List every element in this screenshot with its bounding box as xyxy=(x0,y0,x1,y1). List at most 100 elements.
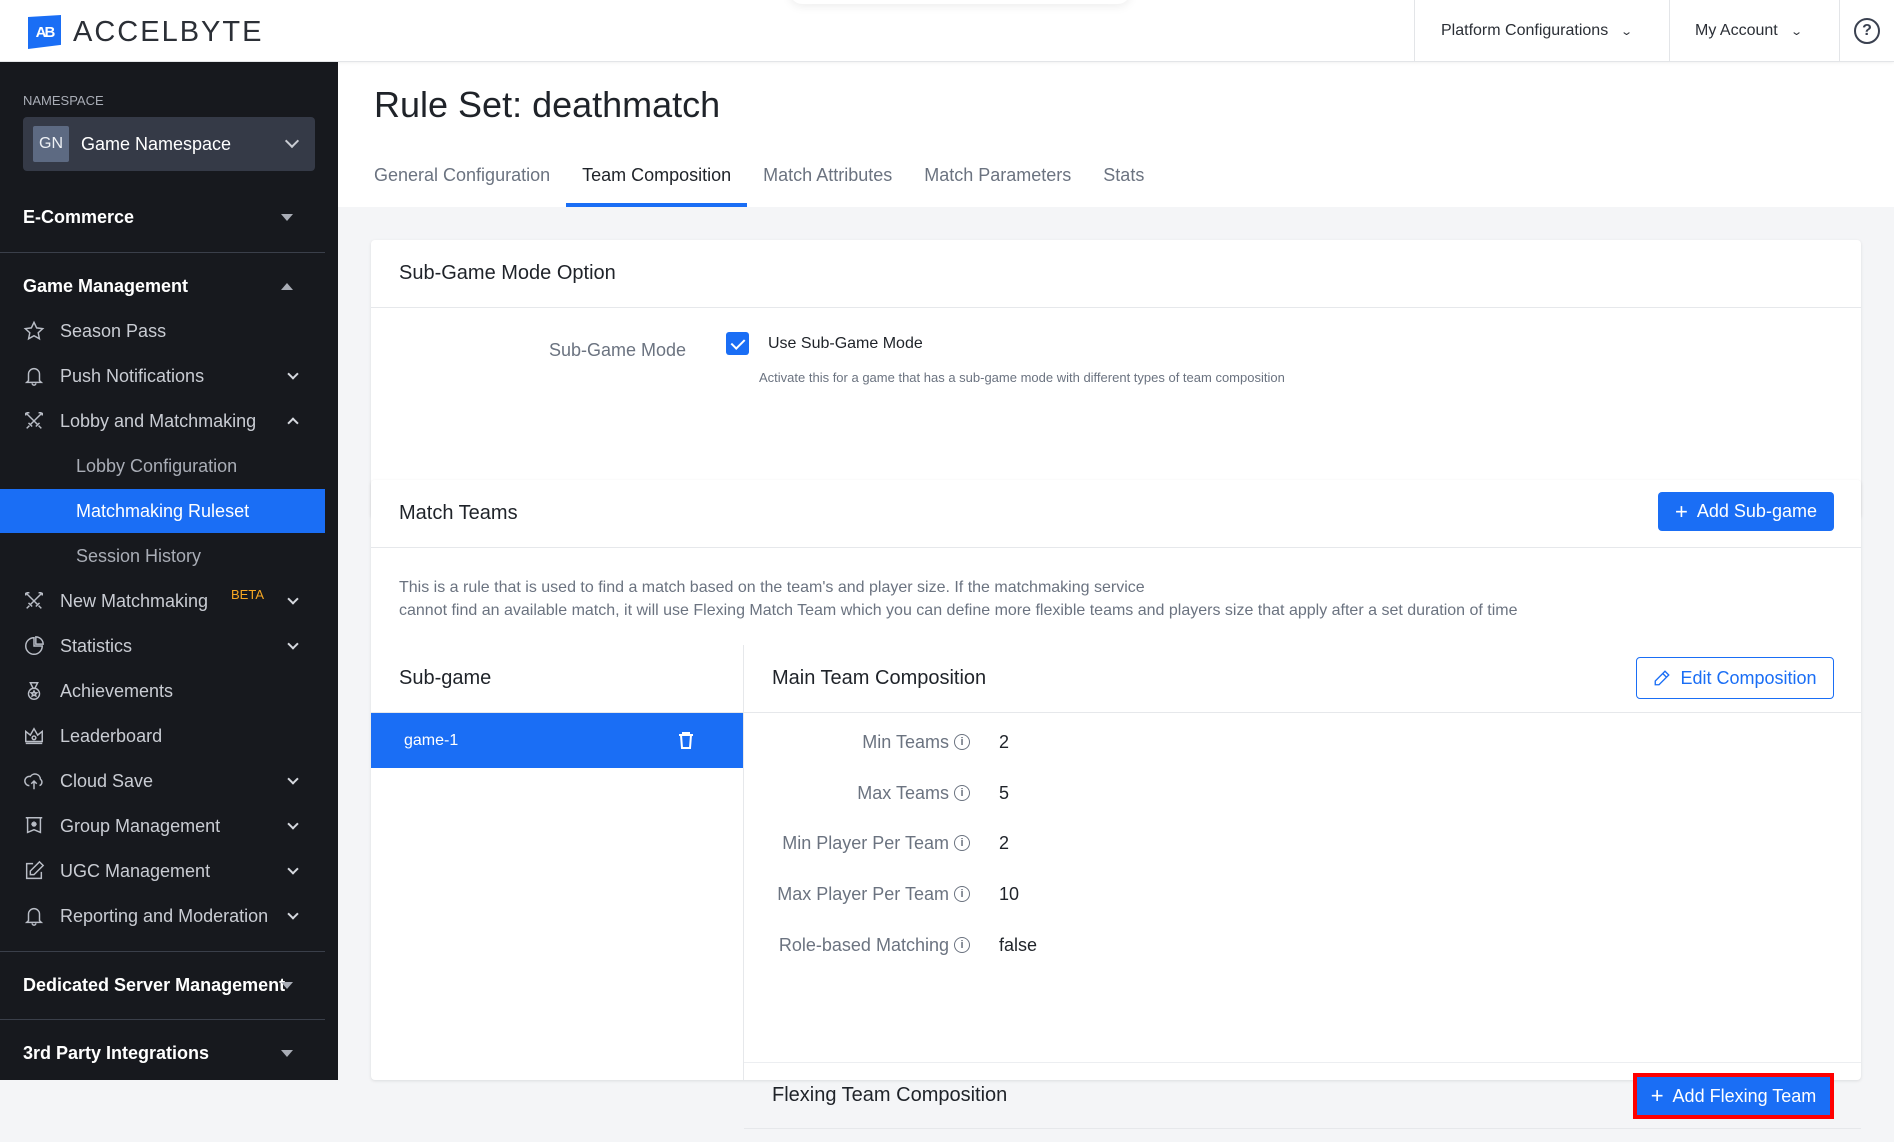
divider xyxy=(0,951,325,952)
field-value: 10 xyxy=(999,884,1020,904)
section-label: 3rd Party Integrations xyxy=(23,1042,210,1063)
namespace-badge: GN xyxy=(33,126,69,162)
platform-configurations-label: Platform Configurations xyxy=(1441,22,1609,39)
item-label: Statistics xyxy=(60,635,133,656)
chevron-down-icon xyxy=(287,637,299,650)
sidebar-section-game-management[interactable]: Game Management xyxy=(0,262,325,310)
subitem-label: Matchmaking Ruleset xyxy=(76,500,250,521)
sub-game-header: Sub-game xyxy=(371,645,743,713)
namespace-select[interactable]: GN Game Namespace xyxy=(23,117,315,171)
my-account-label: My Account xyxy=(1695,22,1778,39)
item-label: Group Management xyxy=(60,815,221,836)
logo-mark-icon: AB xyxy=(28,15,61,49)
sub-game-list: Sub-game game-1 xyxy=(371,645,744,1080)
tab-general-configuration[interactable]: General Configuration xyxy=(374,147,566,207)
pencil-icon xyxy=(1655,670,1671,686)
card-title: Match Teams xyxy=(399,502,518,524)
sidebar-item-ugc-management[interactable]: UGC Management xyxy=(0,849,325,893)
cloud-upload-icon xyxy=(23,770,45,792)
sub-game-item[interactable]: game-1 xyxy=(371,713,743,768)
item-label: Push Notifications xyxy=(60,365,205,386)
divider xyxy=(0,1019,325,1020)
section-label: E-Commerce xyxy=(23,206,135,227)
item-label: Reporting and Moderation xyxy=(60,905,269,926)
info-icon[interactable]: i xyxy=(954,734,970,750)
plus-icon: + xyxy=(1650,1083,1664,1108)
sidebar-section-dedicated-server-management[interactable]: Dedicated Server Management xyxy=(0,961,325,1009)
description-line: cannot find an available match, it will … xyxy=(399,602,1518,619)
caret-down-icon xyxy=(281,981,293,989)
match-teams-description: This is a rule that is used to find a ma… xyxy=(399,576,1518,622)
chevron-down-icon xyxy=(287,592,299,605)
sidebar-item-season-pass[interactable]: Season Pass xyxy=(0,309,325,353)
help-button[interactable]: ? xyxy=(1839,0,1894,62)
add-sub-game-button[interactable]: + Add Sub-game xyxy=(1658,492,1834,531)
bell-icon xyxy=(23,365,45,387)
item-label: Leaderboard xyxy=(60,725,163,746)
sidebar-subitem-lobby-configuration[interactable]: Lobby Configuration xyxy=(0,444,325,488)
description-line: This is a rule that is used to find a ma… xyxy=(399,579,1145,596)
tab-match-attributes[interactable]: Match Attributes xyxy=(747,147,908,207)
tab-bar: General Configuration Team Composition M… xyxy=(374,147,1160,207)
crown-icon xyxy=(23,725,45,747)
info-icon[interactable]: i xyxy=(954,886,970,902)
chevron-down-icon xyxy=(287,772,299,785)
logo-text: ACCELBYTE xyxy=(73,15,264,48)
tab-stats[interactable]: Stats xyxy=(1087,147,1160,207)
sub-game-mode-help-text: Activate this for a game that has a sub-… xyxy=(759,370,1285,385)
tab-match-parameters[interactable]: Match Parameters xyxy=(908,147,1087,207)
bell-icon xyxy=(23,905,45,927)
chevron-down-icon xyxy=(287,817,299,830)
use-sub-game-mode-label[interactable]: Use Sub-Game Mode xyxy=(768,335,923,353)
chevron-down-icon xyxy=(287,367,299,380)
main-team-composition-header: Main Team Composition Edit Composition xyxy=(744,645,1861,713)
medal-icon xyxy=(23,680,45,702)
edit-composition-button[interactable]: Edit Composition xyxy=(1636,657,1834,699)
accelbyte-logo[interactable]: AB ACCELBYTE xyxy=(28,15,263,49)
sidebar-item-cloud-save[interactable]: Cloud Save xyxy=(0,759,325,803)
use-sub-game-mode-checkbox[interactable] xyxy=(726,332,749,355)
field-max-teams: Max Teams i 5 xyxy=(744,779,1344,809)
sub-game-mode-card: Sub-Game Mode Option Sub-Game Mode Use S… xyxy=(371,240,1861,518)
sidebar-item-leaderboard[interactable]: Leaderboard xyxy=(0,714,325,758)
card-title: Sub-Game Mode Option xyxy=(371,240,1861,308)
sidebar-section-ecommerce[interactable]: E-Commerce xyxy=(0,193,325,241)
trash-icon[interactable] xyxy=(678,731,694,755)
section-label: Dedicated Server Management xyxy=(23,974,286,995)
tab-team-composition[interactable]: Team Composition xyxy=(566,147,748,207)
item-label: UGC Management xyxy=(60,860,211,881)
sidebar-subitem-session-history[interactable]: Session History xyxy=(0,534,325,578)
field-min-player-per-team: Min Player Per Team i 2 xyxy=(744,829,1344,859)
star-icon xyxy=(23,320,45,342)
sidebar-section-3rd-party-integrations[interactable]: 3rd Party Integrations xyxy=(0,1029,325,1077)
sidebar-item-lobby-and-matchmaking[interactable]: Lobby and Matchmaking xyxy=(0,399,325,443)
button-label: Add Flexing Team xyxy=(1672,1085,1817,1106)
platform-configurations-menu[interactable]: Platform Configurations ⌄ xyxy=(1414,0,1669,62)
chevron-up-icon xyxy=(287,417,299,429)
caret-down-icon xyxy=(281,213,293,221)
sidebar-subitem-matchmaking-ruleset[interactable]: Matchmaking Ruleset xyxy=(0,489,325,533)
chevron-down-icon: ⌄ xyxy=(1789,25,1803,38)
main-content: Rule Set: deathmatch General Configurati… xyxy=(338,62,1894,1129)
my-account-menu[interactable]: My Account ⌄ xyxy=(1669,0,1839,62)
item-label: Cloud Save xyxy=(60,770,154,791)
info-icon[interactable]: i xyxy=(954,937,970,953)
sidebar: NAMESPACE GN Game Namespace E-Commerce G… xyxy=(0,62,338,1080)
field-label: Role-based Matching xyxy=(778,935,949,955)
page-title: Rule Set: deathmatch xyxy=(374,84,721,125)
toast-shadow xyxy=(790,0,1130,4)
title-area: Rule Set: deathmatch General Configurati… xyxy=(338,62,1894,207)
sidebar-item-push-notifications[interactable]: Push Notifications xyxy=(0,354,325,398)
sidebar-item-group-management[interactable]: Group Management xyxy=(0,804,325,848)
section-label: Game Management xyxy=(23,275,189,296)
sidebar-item-reporting-and-moderation[interactable]: Reporting and Moderation xyxy=(0,894,325,938)
sidebar-item-achievements[interactable]: Achievements xyxy=(0,669,325,713)
sidebar-item-statistics[interactable]: Statistics xyxy=(0,624,325,668)
item-label: Achievements xyxy=(60,680,174,701)
info-icon[interactable]: i xyxy=(954,835,970,851)
info-icon[interactable]: i xyxy=(954,785,970,801)
divider xyxy=(0,252,325,253)
sub-game-name: game-1 xyxy=(404,731,459,749)
caret-down-icon xyxy=(281,1049,293,1057)
sidebar-item-new-matchmaking[interactable]: New Matchmaking BETA xyxy=(0,579,325,623)
